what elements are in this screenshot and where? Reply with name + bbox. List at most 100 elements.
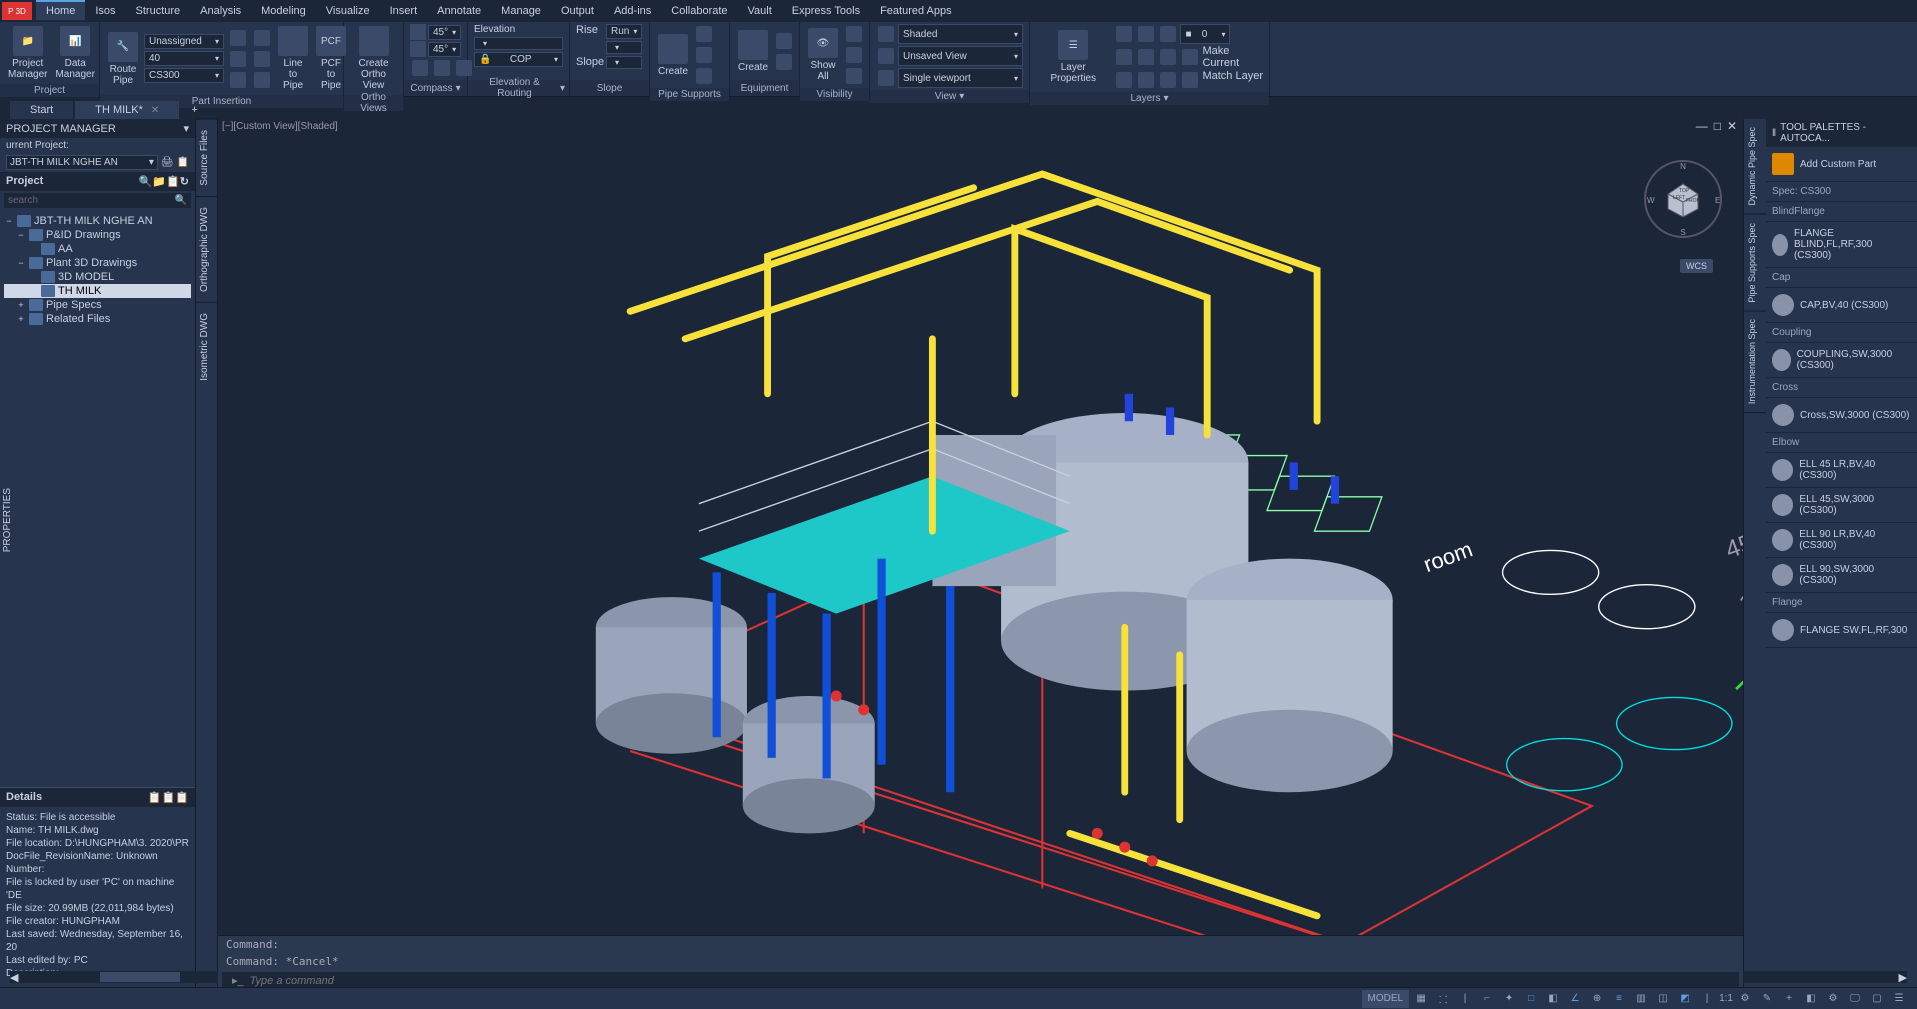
palitem[interactable]: ELL 45 LR,BV,40 (CS300) [1766,453,1917,488]
lwt-icon[interactable]: ≡ [1609,990,1629,1008]
tree-jbt-th-milk-nghe-an[interactable]: −JBT-TH MILK NGHE AN [4,214,191,228]
vis-t2[interactable] [844,45,864,65]
tab-close-icon[interactable]: ✕ [151,105,159,116]
project-manager-button[interactable]: 📁Project Manager [6,24,49,82]
polar-icon[interactable]: ✦ [1499,990,1519,1008]
tree-pipe-specs[interactable]: +Pipe Specs [4,298,191,312]
tab-start[interactable]: Start [10,101,73,119]
cyc-icon[interactable]: ◫ [1653,990,1673,1008]
drawing-canvas[interactable]: room 4597 1999 [218,119,1743,987]
add-custom-part[interactable]: Add Custom Part [1766,147,1917,182]
toggle-5[interactable] [252,49,272,69]
menu-analysis[interactable]: Analysis [190,2,251,20]
details-tools[interactable]: 📋📋📋 [148,791,189,804]
palitem[interactable]: FLANGE BLIND,FL,RF,300 (CS300) [1766,222,1917,268]
palitem[interactable]: FLANGE SW,FL,RF,300 [1766,613,1917,648]
palitem[interactable]: CAP,BV,40 (CS300) [1766,288,1917,323]
make-current[interactable]: Make Current [1202,45,1263,69]
run-input[interactable]: Run [606,24,642,39]
vtab-source-files[interactable]: Source Files [196,119,217,196]
run-input2[interactable] [606,41,642,54]
compass-t1[interactable] [410,58,430,78]
print-icon[interactable]: 🖨 [161,157,174,168]
menu-express tools[interactable]: Express Tools [782,2,870,20]
vtab-orthographic-dwg[interactable]: Orthographic DWG [196,196,217,302]
single-dropdown[interactable]: Single viewport [898,68,1023,88]
v-t2[interactable] [876,46,896,66]
snap-icon[interactable]: ⸬ [1433,990,1453,1008]
monitor-icon[interactable]: 🖵 [1845,990,1865,1008]
create-ortho-button[interactable]: Create Ortho View [350,24,397,93]
create-support-button[interactable]: Create [656,32,690,79]
pm-tools[interactable]: 🔍📁📋↻ [139,175,189,188]
eq-t1[interactable] [774,31,794,51]
viewport[interactable]: [−][Custom View][Shaded] —□✕ [218,119,1743,987]
scale-button[interactable]: 1:1 [1719,990,1733,1008]
toggle-4[interactable] [252,28,272,48]
tree-p-id-drawings[interactable]: −P&ID Drawings [4,228,191,242]
vis-t3[interactable] [844,66,864,86]
copy-icon[interactable]: 📋 [177,157,189,168]
3dosnap-icon[interactable]: ◧ [1543,990,1563,1008]
palitem[interactable]: ELL 90,SW,3000 (CS300) [1766,558,1917,593]
angle-dropdown[interactable]: 45° [428,25,461,40]
toggle-2[interactable] [228,49,248,69]
anno-icon[interactable]: ✎ [1757,990,1777,1008]
unsaved-dropdown[interactable]: Unsaved View [898,46,1023,66]
menu-isos[interactable]: Isos [85,2,125,20]
toggle-1[interactable] [228,28,248,48]
match-layer[interactable]: Match Layer [1202,70,1263,90]
layer0-dropdown[interactable]: ■ 0 [1180,24,1230,44]
sup-t3[interactable] [694,66,714,86]
unassigned-dropdown[interactable]: Unassigned [144,34,224,49]
layer-props-button[interactable]: ☰Layer Properties [1036,28,1110,86]
line-to-pipe-button[interactable]: Line to Pipe [276,24,310,93]
wcs-label[interactable]: WCS [1680,259,1713,273]
slope-input[interactable] [606,56,642,69]
vis-t1[interactable] [844,24,864,44]
palvtab-dynamic-pipe-spec[interactable]: Dynamic Pipe Spec [1744,119,1766,215]
menu-output[interactable]: Output [551,2,604,20]
compass-icon[interactable] [410,24,426,40]
palitem[interactable]: COUPLING,SW,3000 (CS300) [1766,343,1917,378]
3d-icon[interactable]: ◩ [1675,990,1695,1008]
menu-manage[interactable]: Manage [491,2,551,20]
menu-visualize[interactable]: Visualize [316,2,380,20]
plus-icon[interactable]: + [1779,990,1799,1008]
model-button[interactable]: MODEL [1362,990,1410,1008]
menu-insert[interactable]: Insert [380,2,428,20]
tree-plant-3d-drawings[interactable]: −Plant 3D Drawings [4,256,191,270]
ws-icon[interactable]: ⚙ [1823,990,1843,1008]
osnap-icon[interactable]: □ [1521,990,1541,1008]
ortho-icon[interactable]: ⌐ [1477,990,1497,1008]
dyn-icon[interactable]: ⊕ [1587,990,1607,1008]
palitem[interactable]: Cross,SW,3000 (CS300) [1766,398,1917,433]
otrack-icon[interactable]: ∠ [1565,990,1585,1008]
tab-add[interactable]: + [181,101,207,119]
create-equip-button[interactable]: Create [736,28,770,75]
custom-icon[interactable]: ☰ [1889,990,1909,1008]
size-dropdown[interactable]: 40 [144,51,224,66]
command-input[interactable] [250,975,1735,987]
data-manager-button[interactable]: 📊Data Manager [53,24,96,82]
v-t3[interactable] [876,68,896,88]
tree-related-files[interactable]: +Related Files [4,312,191,326]
tree-3d-model[interactable]: 3D MODEL [4,270,191,284]
pm-search[interactable]: search🔍 [4,193,191,208]
toggle-3[interactable] [228,70,248,90]
compass-t2[interactable] [432,58,452,78]
cop-dropdown[interactable]: 🔒 COP [474,52,563,67]
menu-home[interactable]: Home [36,0,85,20]
trans-icon[interactable]: ▥ [1631,990,1651,1008]
pcf-to-pipe-button[interactable]: PCFPCF to Pipe [314,24,348,93]
spec-dropdown[interactable]: CS300 [144,68,224,83]
iso-icon[interactable]: ◧ [1801,990,1821,1008]
clean-icon[interactable]: ▢ [1867,990,1887,1008]
menu-structure[interactable]: Structure [126,2,191,20]
elev-input[interactable] [474,37,563,50]
tree-th-milk[interactable]: TH MILK [4,284,191,298]
palitem[interactable]: ELL 90 LR,BV,40 (CS300) [1766,523,1917,558]
menu-add-ins[interactable]: Add-ins [604,2,661,20]
palvtab-pipe-supports-spec[interactable]: Pipe Supports Spec [1744,215,1766,312]
pm-close-icon[interactable]: ▾ [183,122,189,135]
